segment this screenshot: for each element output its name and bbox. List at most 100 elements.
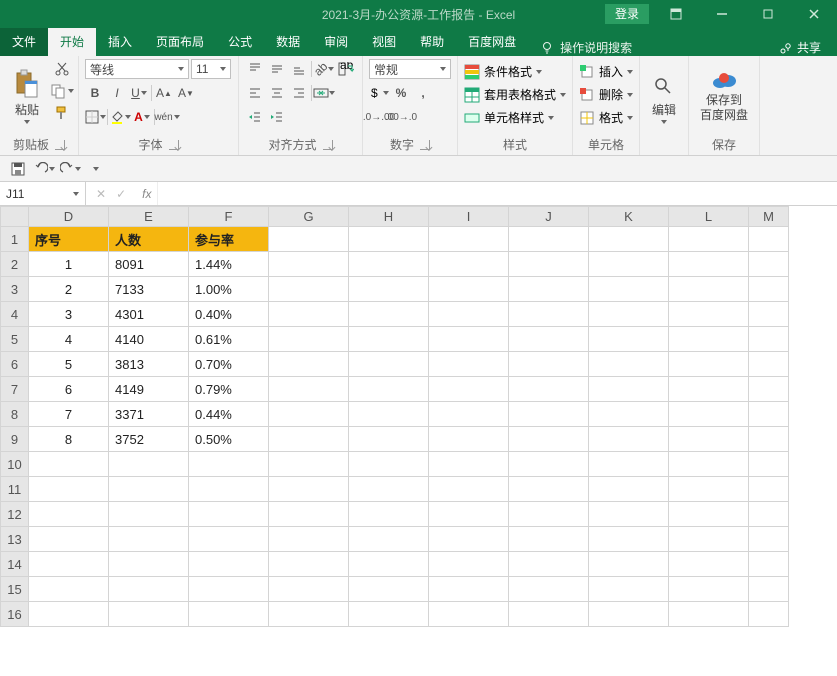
cell[interactable] xyxy=(749,302,789,327)
cell[interactable]: 0.40% xyxy=(189,302,269,327)
cell[interactable] xyxy=(429,402,509,427)
save-button[interactable] xyxy=(8,159,28,179)
cell-styles-button[interactable]: 单元格样式 xyxy=(464,109,566,126)
row-header[interactable]: 8 xyxy=(1,402,29,427)
cell[interactable] xyxy=(589,452,669,477)
cell[interactable] xyxy=(429,227,509,252)
cell[interactable] xyxy=(269,602,349,627)
cell[interactable] xyxy=(349,552,429,577)
select-all-corner[interactable] xyxy=(1,207,29,227)
formula-input[interactable] xyxy=(157,182,837,205)
cell[interactable] xyxy=(589,377,669,402)
cell[interactable] xyxy=(189,577,269,602)
cell[interactable] xyxy=(189,602,269,627)
cell[interactable]: 人数 xyxy=(109,227,189,252)
align-top-button[interactable] xyxy=(245,59,265,79)
cell[interactable] xyxy=(509,277,589,302)
cell[interactable]: 8 xyxy=(29,427,109,452)
cell[interactable] xyxy=(429,427,509,452)
tab-view[interactable]: 视图 xyxy=(360,27,408,56)
cell[interactable] xyxy=(749,402,789,427)
align-center-button[interactable] xyxy=(267,83,287,103)
cell[interactable]: 0.44% xyxy=(189,402,269,427)
cell[interactable] xyxy=(589,227,669,252)
table-format-button[interactable]: 套用表格格式 xyxy=(464,86,566,103)
cell[interactable] xyxy=(349,352,429,377)
cell[interactable] xyxy=(269,302,349,327)
decrease-indent-button[interactable] xyxy=(245,107,265,127)
cell[interactable]: 1.00% xyxy=(189,277,269,302)
cell[interactable]: 4140 xyxy=(109,327,189,352)
cell[interactable]: 0.50% xyxy=(189,427,269,452)
font-color-button[interactable]: A xyxy=(132,107,152,127)
column-header[interactable]: D xyxy=(29,207,109,227)
editing-button[interactable]: 编辑 xyxy=(646,59,682,139)
cell[interactable] xyxy=(429,452,509,477)
cell[interactable] xyxy=(669,427,749,452)
cell[interactable]: 4301 xyxy=(109,302,189,327)
align-right-button[interactable] xyxy=(289,83,309,103)
cell[interactable] xyxy=(749,352,789,377)
conditional-format-button[interactable]: 条件格式 xyxy=(464,63,566,80)
cell[interactable] xyxy=(589,602,669,627)
format-painter-button[interactable] xyxy=(52,103,72,123)
cell[interactable] xyxy=(429,502,509,527)
tell-me-search[interactable]: 操作说明搜索 xyxy=(528,39,644,56)
accounting-format-button[interactable]: $ xyxy=(369,83,389,103)
cell[interactable] xyxy=(509,402,589,427)
cell[interactable] xyxy=(429,477,509,502)
cancel-formula-button[interactable]: ✕ xyxy=(96,187,106,201)
cell[interactable] xyxy=(669,327,749,352)
cell[interactable] xyxy=(269,427,349,452)
cell[interactable] xyxy=(29,452,109,477)
row-header[interactable]: 12 xyxy=(1,502,29,527)
cell[interactable] xyxy=(269,552,349,577)
cell[interactable]: 参与率 xyxy=(189,227,269,252)
cell[interactable] xyxy=(509,427,589,452)
cell[interactable] xyxy=(349,452,429,477)
cell[interactable] xyxy=(349,527,429,552)
cell[interactable] xyxy=(669,502,749,527)
row-header[interactable]: 16 xyxy=(1,602,29,627)
cell[interactable] xyxy=(669,227,749,252)
cell[interactable] xyxy=(349,227,429,252)
column-header[interactable]: J xyxy=(509,207,589,227)
cell[interactable] xyxy=(509,227,589,252)
cell[interactable] xyxy=(669,552,749,577)
cell[interactable] xyxy=(749,452,789,477)
cell[interactable] xyxy=(749,552,789,577)
cell[interactable] xyxy=(349,577,429,602)
cell[interactable]: 0.70% xyxy=(189,352,269,377)
cell[interactable]: 1.44% xyxy=(189,252,269,277)
cell[interactable] xyxy=(349,252,429,277)
cell[interactable] xyxy=(589,327,669,352)
save-baidu-button[interactable]: 保存到 百度网盘 xyxy=(695,59,753,134)
cut-button[interactable] xyxy=(52,59,72,79)
cell[interactable] xyxy=(669,402,749,427)
dialog-launcher-icon[interactable] xyxy=(55,140,65,150)
cell[interactable] xyxy=(509,252,589,277)
cell[interactable] xyxy=(749,377,789,402)
row-header[interactable]: 10 xyxy=(1,452,29,477)
cell[interactable] xyxy=(509,602,589,627)
column-header[interactable]: I xyxy=(429,207,509,227)
cell[interactable] xyxy=(109,527,189,552)
cell[interactable]: 3752 xyxy=(109,427,189,452)
cell[interactable] xyxy=(509,452,589,477)
cell[interactable] xyxy=(349,502,429,527)
font-name-combo[interactable]: 等线 xyxy=(85,59,189,79)
cell[interactable] xyxy=(429,377,509,402)
tab-baidu[interactable]: 百度网盘 xyxy=(456,27,528,56)
cell[interactable] xyxy=(269,327,349,352)
percent-button[interactable]: % xyxy=(391,83,411,103)
cell[interactable] xyxy=(589,302,669,327)
dialog-launcher-icon[interactable] xyxy=(420,140,430,150)
cell[interactable] xyxy=(669,252,749,277)
close-button[interactable] xyxy=(791,0,837,28)
borders-button[interactable] xyxy=(85,107,105,127)
cell[interactable] xyxy=(669,527,749,552)
column-header[interactable]: L xyxy=(669,207,749,227)
cell[interactable] xyxy=(669,452,749,477)
cell[interactable] xyxy=(29,577,109,602)
cell[interactable] xyxy=(509,477,589,502)
